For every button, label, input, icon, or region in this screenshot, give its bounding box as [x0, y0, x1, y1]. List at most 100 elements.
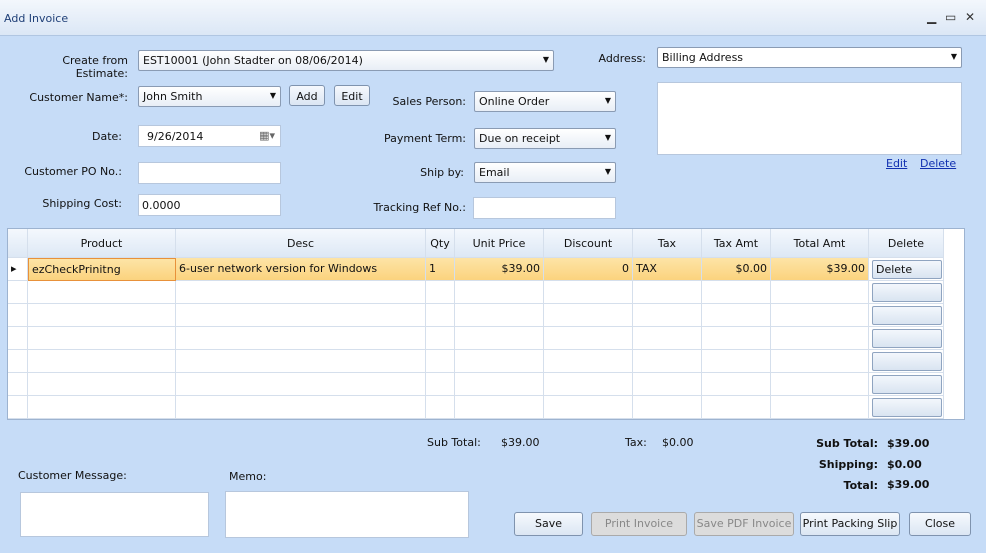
cell-product[interactable]: ezCheckPrinitng	[28, 258, 176, 281]
empty-cell[interactable]	[544, 327, 633, 350]
empty-cell[interactable]	[455, 350, 544, 373]
row-selector[interactable]	[8, 304, 28, 327]
address-edit-link[interactable]: Edit	[886, 157, 907, 170]
payment-term-select[interactable]: Due on receipt ▼	[474, 128, 616, 149]
delete-row-button[interactable]	[872, 352, 942, 371]
empty-cell[interactable]	[176, 304, 426, 327]
calendar-icon[interactable]: ▦▾	[259, 129, 275, 142]
cell-tax-amt[interactable]: $0.00	[702, 258, 771, 281]
cell-discount[interactable]: 0	[544, 258, 633, 281]
empty-cell[interactable]	[176, 396, 426, 419]
empty-cell[interactable]	[702, 304, 771, 327]
empty-cell[interactable]	[544, 281, 633, 304]
empty-cell[interactable]	[28, 350, 176, 373]
empty-cell[interactable]	[176, 281, 426, 304]
column-header-total-amt[interactable]: Total Amt	[771, 229, 869, 258]
print-packing-slip-button[interactable]: Print Packing Slip	[800, 512, 900, 536]
row-selector[interactable]	[8, 327, 28, 350]
po-input[interactable]	[138, 162, 281, 184]
shipping-cost-input[interactable]: 0.0000	[138, 194, 281, 216]
cell-unit-price[interactable]: $39.00	[455, 258, 544, 281]
empty-cell[interactable]	[176, 373, 426, 396]
row-selector[interactable]	[8, 350, 28, 373]
empty-cell[interactable]	[28, 304, 176, 327]
empty-cell[interactable]	[702, 350, 771, 373]
cell-desc[interactable]: 6-user network version for Windows	[176, 258, 426, 281]
empty-cell[interactable]	[28, 281, 176, 304]
ship-by-select[interactable]: Email ▼	[474, 162, 616, 183]
empty-cell[interactable]	[633, 373, 702, 396]
empty-cell[interactable]	[176, 327, 426, 350]
customer-select[interactable]: John Smith ▼	[138, 86, 281, 107]
delete-row-button[interactable]	[872, 375, 942, 394]
column-header-desc[interactable]: Desc	[176, 229, 426, 258]
empty-cell[interactable]	[771, 373, 869, 396]
empty-cell[interactable]	[633, 281, 702, 304]
address-select[interactable]: Billing Address ▼	[657, 47, 962, 68]
empty-cell[interactable]	[702, 373, 771, 396]
empty-cell[interactable]	[455, 373, 544, 396]
empty-cell[interactable]	[28, 373, 176, 396]
empty-cell[interactable]	[426, 373, 455, 396]
empty-cell[interactable]	[544, 396, 633, 419]
close-button[interactable]: Close	[909, 512, 971, 536]
save-pdf-invoice-button[interactable]: Save PDF Invoice	[694, 512, 794, 536]
empty-cell[interactable]	[544, 350, 633, 373]
column-header-tax-amt[interactable]: Tax Amt	[702, 229, 771, 258]
empty-cell[interactable]	[426, 304, 455, 327]
empty-cell[interactable]	[771, 327, 869, 350]
column-header-discount[interactable]: Discount	[544, 229, 633, 258]
column-header-product[interactable]: Product	[28, 229, 176, 258]
empty-cell[interactable]	[426, 350, 455, 373]
cell-tax[interactable]: TAX	[633, 258, 702, 281]
close-window-button[interactable]: ✕	[965, 10, 975, 24]
column-header-unit-price[interactable]: Unit Price	[455, 229, 544, 258]
minimize-button[interactable]: ▁	[927, 10, 936, 24]
row-selector[interactable]	[8, 373, 28, 396]
empty-cell[interactable]	[455, 281, 544, 304]
empty-cell[interactable]	[426, 396, 455, 419]
sales-person-select[interactable]: Online Order ▼	[474, 91, 616, 112]
empty-cell[interactable]	[455, 396, 544, 419]
delete-row-button[interactable]	[872, 329, 942, 348]
row-selector[interactable]	[8, 281, 28, 304]
empty-cell[interactable]	[771, 396, 869, 419]
date-picker[interactable]: 9/26/2014 ▦▾	[138, 125, 281, 147]
empty-cell[interactable]	[771, 281, 869, 304]
empty-cell[interactable]	[28, 396, 176, 419]
empty-cell[interactable]	[176, 350, 426, 373]
row-selector[interactable]	[8, 396, 28, 419]
estimate-select[interactable]: EST10001 (John Stadter on 08/06/2014) ▼	[138, 50, 554, 71]
delete-row-button[interactable]	[872, 306, 942, 325]
empty-cell[interactable]	[702, 396, 771, 419]
empty-cell[interactable]	[771, 304, 869, 327]
edit-customer-button[interactable]: Edit	[334, 85, 370, 106]
empty-cell[interactable]	[426, 327, 455, 350]
tracking-input[interactable]	[473, 197, 616, 219]
empty-cell[interactable]	[633, 327, 702, 350]
empty-cell[interactable]	[702, 281, 771, 304]
empty-cell[interactable]	[771, 350, 869, 373]
current-row-arrow-icon[interactable]: ▸	[8, 258, 28, 281]
cell-qty[interactable]: 1	[426, 258, 455, 281]
maximize-button[interactable]: ▭	[945, 10, 956, 24]
delete-row-button[interactable]: Delete	[872, 260, 942, 279]
empty-cell[interactable]	[28, 327, 176, 350]
add-customer-button[interactable]: Add	[289, 85, 325, 106]
print-invoice-button[interactable]: Print Invoice	[591, 512, 687, 536]
empty-cell[interactable]	[455, 304, 544, 327]
empty-cell[interactable]	[633, 396, 702, 419]
empty-cell[interactable]	[455, 327, 544, 350]
empty-cell[interactable]	[544, 304, 633, 327]
save-button[interactable]: Save	[514, 512, 583, 536]
empty-cell[interactable]	[426, 281, 455, 304]
memo-input[interactable]	[225, 491, 469, 538]
column-header-delete[interactable]: Delete	[869, 229, 944, 258]
cell-total-amt[interactable]: $39.00	[771, 258, 869, 281]
empty-cell[interactable]	[702, 327, 771, 350]
address-delete-link[interactable]: Delete	[920, 157, 956, 170]
address-textarea[interactable]	[657, 82, 962, 155]
delete-row-button[interactable]	[872, 398, 942, 417]
customer-message-input[interactable]	[20, 492, 209, 537]
empty-cell[interactable]	[633, 304, 702, 327]
